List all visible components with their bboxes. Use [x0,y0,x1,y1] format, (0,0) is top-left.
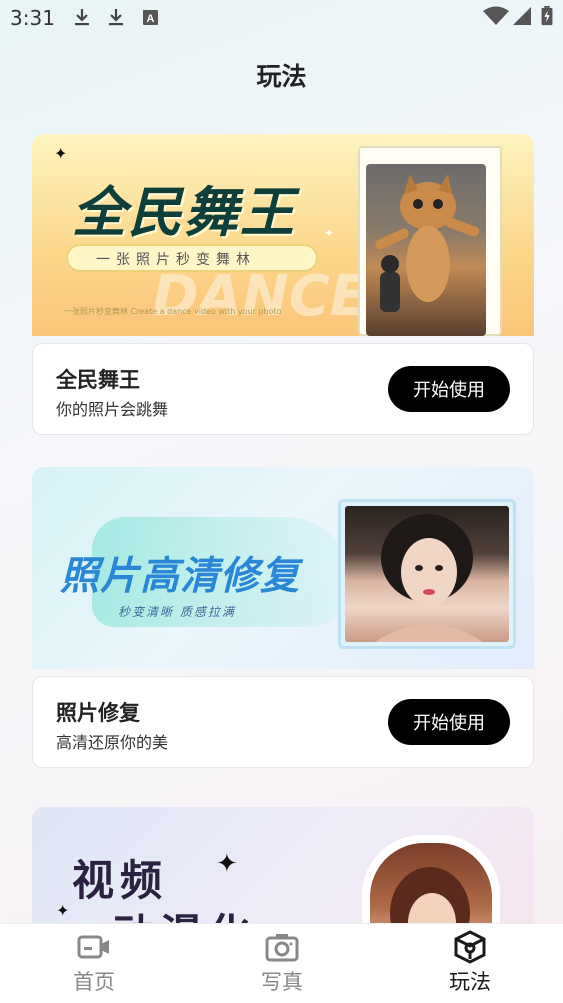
play-list[interactable]: ✦ ✦ 全民舞王 一张照片秒变舞林 DANCE 一张照片秒变舞林 Create … [0,110,563,923]
banner-title: 视频 [72,856,169,905]
tab-play[interactable]: 玩法 [376,924,563,1003]
page-title: 玩法 [256,62,307,91]
banner-fine-print: 一张照片秒变舞林 Create a dance video with your … [64,307,282,316]
start-button[interactable]: 开始使用 [388,699,510,745]
bottom-tab-bar: 首页 写真 玩法 [0,923,563,1003]
cube-icon [454,930,486,964]
portrait-image [345,506,509,642]
feature-subtitle: 高清还原你的美 [56,733,169,752]
status-bar: 3:31 A [0,0,563,34]
sparkle-icon: ✦ [324,226,335,240]
feature-info: 照片修复 高清还原你的美 开始使用 [32,676,534,768]
video-anime-banner[interactable]: ✦ ✦ 视频 动漫化 [32,807,534,923]
feature-subtitle: 你的照片会跳舞 [56,400,169,419]
banner-title-line2: 动漫化 [112,901,256,923]
start-button[interactable]: 开始使用 [388,366,510,412]
feature-title: 照片修复 [56,701,140,725]
signal-icon [513,7,531,25]
tab-label: 写真 [261,970,303,994]
banner-watermark: DANCE [152,264,369,329]
banner-title: 照片高清修复 [60,554,301,599]
tab-label: 首页 [73,970,115,994]
feature-info: 全民舞王 你的照片会跳舞 开始使用 [32,343,534,435]
tab-home[interactable]: 首页 [0,924,188,1003]
download-icon [75,9,89,26]
portrait-illustration [375,514,483,642]
sparkle-icon: ✦ [216,849,238,879]
video-camera-icon [77,935,109,959]
portrait-image [370,843,492,923]
tab-label: 玩法 [449,970,491,994]
banner-subtitle: 秒变清晰 质感拉满 [118,605,236,619]
tab-portrait[interactable]: 写真 [188,924,376,1003]
restore-banner[interactable]: 照片高清修复 秒变清晰 质感拉满 [32,467,534,669]
wifi-icon [483,6,509,25]
camera-icon [265,934,299,962]
text-a-icon: A [143,10,158,25]
sparkle-icon: ✦ [56,901,70,920]
cat-illustration [375,174,480,312]
feature-title: 全民舞王 [56,368,140,392]
battery-icon [541,6,553,26]
download-icon [109,9,123,26]
status-time: 3:31 [10,6,55,30]
sparkle-icon: ✦ [54,144,68,163]
portrait-illustration [390,867,470,923]
banner-title: 全民舞王 [72,181,296,244]
svg-text:A: A [147,13,155,25]
dancing-cat-image [366,164,486,336]
dance-banner[interactable]: ✦ ✦ 全民舞王 一张照片秒变舞林 DANCE 一张照片秒变舞林 Create … [32,134,534,336]
